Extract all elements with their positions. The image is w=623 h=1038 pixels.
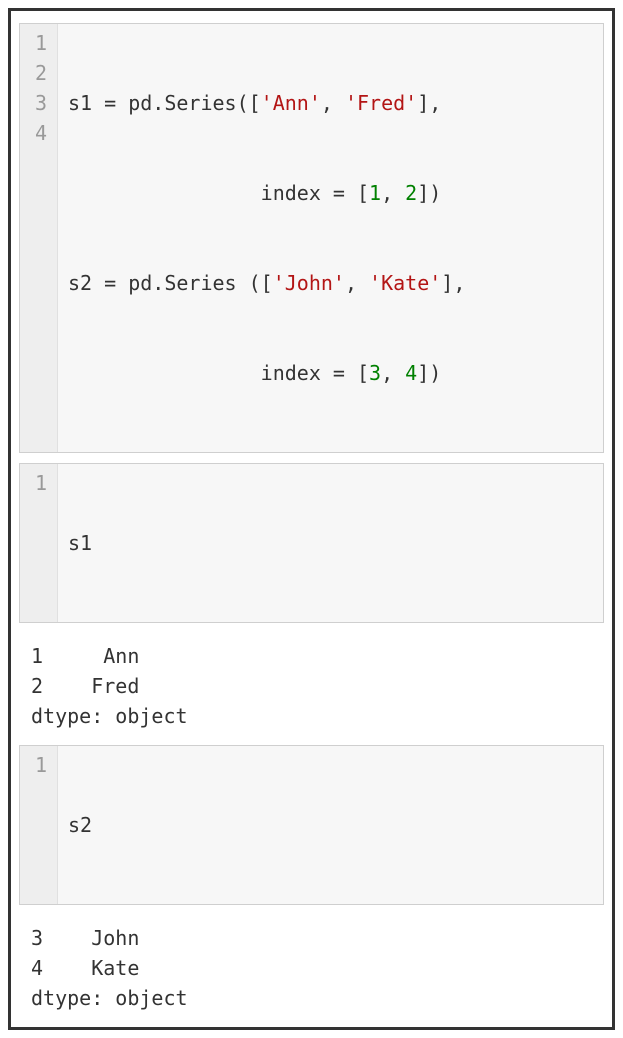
- code-text: ,: [345, 271, 369, 295]
- code-area[interactable]: 1 2 3 4 s1 = pd.Series(['Ann', 'Fred'], …: [20, 24, 603, 452]
- code-text: ]): [417, 361, 441, 385]
- line-number-gutter: 1: [20, 464, 58, 622]
- code-cell-2: 1 s1: [19, 463, 604, 623]
- code-text: s1 = pd.Series([: [68, 91, 261, 115]
- code-text: ],: [417, 91, 441, 115]
- number-literal: 4: [405, 361, 417, 385]
- code-editor[interactable]: s2: [58, 746, 174, 904]
- string-literal: 'Kate': [369, 271, 441, 295]
- code-area[interactable]: 1 s2: [20, 746, 603, 904]
- code-text: s2 = pd.Series ([: [68, 271, 273, 295]
- number-literal: 2: [405, 181, 417, 205]
- code-text: ,: [381, 181, 405, 205]
- number-literal: 3: [369, 361, 381, 385]
- line-number: 1: [28, 28, 47, 58]
- code-editor[interactable]: s1: [58, 464, 174, 622]
- number-literal: 1: [369, 181, 381, 205]
- notebook-container: 1 2 3 4 s1 = pd.Series(['Ann', 'Fred'], …: [8, 8, 615, 1030]
- code-text: index = [: [68, 361, 369, 385]
- code-text: s2: [68, 813, 92, 837]
- code-text: index = [: [68, 181, 369, 205]
- code-text: ,: [321, 91, 345, 115]
- code-text: ]): [417, 181, 441, 205]
- cell-output-2: 3 John 4 Kate dtype: object: [19, 915, 604, 1021]
- cell-output-1: 1 Ann 2 Fred dtype: object: [19, 633, 604, 739]
- line-number-gutter: 1: [20, 746, 58, 904]
- string-literal: 'Fred': [345, 91, 417, 115]
- line-number: 3: [28, 88, 47, 118]
- line-number: 2: [28, 58, 47, 88]
- code-cell-3: 1 s2: [19, 745, 604, 905]
- code-text: ],: [441, 271, 465, 295]
- string-literal: 'Ann': [261, 91, 321, 115]
- code-text: s1: [68, 531, 92, 555]
- code-area[interactable]: 1 s1: [20, 464, 603, 622]
- code-text: ,: [381, 361, 405, 385]
- code-cell-1: 1 2 3 4 s1 = pd.Series(['Ann', 'Fred'], …: [19, 23, 604, 453]
- line-number: 1: [28, 468, 47, 498]
- string-literal: 'John': [273, 271, 345, 295]
- line-number: 4: [28, 118, 47, 148]
- line-number: 1: [28, 750, 47, 780]
- line-number-gutter: 1 2 3 4: [20, 24, 58, 452]
- code-editor[interactable]: s1 = pd.Series(['Ann', 'Fred'], index = …: [58, 24, 475, 452]
